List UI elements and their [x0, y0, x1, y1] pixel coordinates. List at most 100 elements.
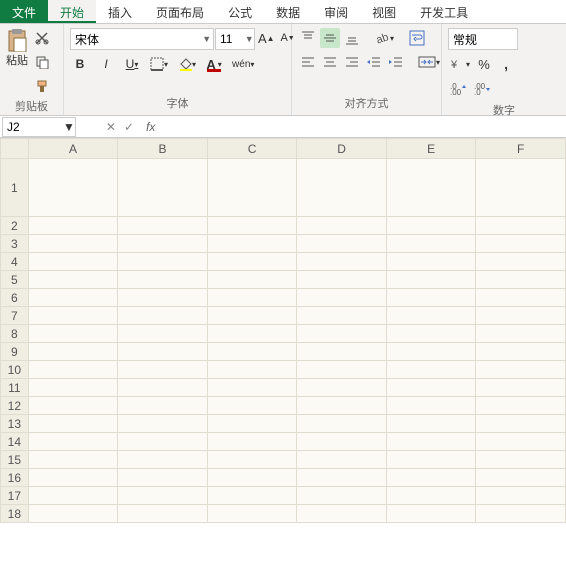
row-header[interactable]: 14	[1, 433, 29, 451]
paste-button[interactable]: 粘贴	[4, 26, 30, 70]
comma-button[interactable]: ,	[496, 54, 516, 74]
column-header[interactable]: E	[386, 139, 476, 159]
cell[interactable]	[297, 379, 387, 397]
cell[interactable]	[297, 235, 387, 253]
cell[interactable]	[386, 433, 476, 451]
cell[interactable]	[476, 325, 566, 343]
cell[interactable]	[207, 271, 297, 289]
cell[interactable]	[28, 451, 118, 469]
tab-page-layout[interactable]: 页面布局	[144, 0, 216, 23]
cell[interactable]	[28, 487, 118, 505]
cell[interactable]	[386, 361, 476, 379]
cell[interactable]	[476, 253, 566, 271]
cell[interactable]	[386, 307, 476, 325]
cell[interactable]	[476, 397, 566, 415]
cell[interactable]	[28, 505, 118, 523]
font-size-combo[interactable]: ▼	[215, 28, 255, 50]
row-header[interactable]: 11	[1, 379, 29, 397]
font-color-button[interactable]: A▾	[204, 54, 224, 74]
cell[interactable]	[386, 397, 476, 415]
percent-button[interactable]: %	[474, 54, 494, 74]
cell[interactable]	[476, 487, 566, 505]
cell[interactable]	[476, 433, 566, 451]
cell[interactable]	[207, 379, 297, 397]
row-header[interactable]: 13	[1, 415, 29, 433]
increase-decimal-button[interactable]: .0.00	[448, 78, 470, 98]
underline-button[interactable]: U▾	[122, 54, 142, 74]
cell[interactable]	[386, 505, 476, 523]
cell[interactable]	[207, 487, 297, 505]
orientation-button[interactable]: ab▾	[372, 28, 396, 48]
cell[interactable]	[28, 289, 118, 307]
merge-center-button[interactable]: ▾	[416, 52, 442, 72]
cell[interactable]	[297, 433, 387, 451]
cell[interactable]	[118, 307, 208, 325]
bold-button[interactable]: B	[70, 54, 90, 74]
align-top-button[interactable]	[298, 28, 318, 48]
cell[interactable]	[386, 487, 476, 505]
number-format-combo[interactable]	[448, 28, 518, 50]
cell[interactable]	[118, 361, 208, 379]
cell[interactable]	[28, 433, 118, 451]
cell[interactable]	[118, 451, 208, 469]
wrap-text-button[interactable]	[406, 28, 428, 48]
row-header[interactable]: 1	[1, 159, 29, 217]
cell[interactable]	[207, 217, 297, 235]
cell[interactable]	[118, 159, 208, 217]
cell[interactable]	[297, 325, 387, 343]
fx-label[interactable]: fx	[142, 120, 159, 134]
number-format-input[interactable]	[449, 32, 517, 46]
cell[interactable]	[297, 307, 387, 325]
formula-input[interactable]	[159, 119, 566, 134]
align-center-button[interactable]	[320, 52, 340, 72]
cut-button[interactable]	[32, 28, 52, 48]
border-button[interactable]: ▾	[148, 54, 170, 74]
cell[interactable]	[118, 235, 208, 253]
cell[interactable]	[297, 253, 387, 271]
decrease-decimal-button[interactable]: .00.0	[472, 78, 494, 98]
cell[interactable]	[386, 469, 476, 487]
column-header[interactable]: B	[118, 139, 208, 159]
cell[interactable]	[386, 379, 476, 397]
chevron-down-icon[interactable]: ▼	[63, 120, 75, 134]
row-header[interactable]: 10	[1, 361, 29, 379]
enter-formula-button[interactable]: ✓	[124, 120, 134, 134]
cell[interactable]	[207, 433, 297, 451]
cell[interactable]	[297, 397, 387, 415]
cell[interactable]	[28, 271, 118, 289]
increase-indent-button[interactable]	[386, 52, 406, 72]
tab-home[interactable]: 开始	[48, 0, 96, 23]
row-header[interactable]: 2	[1, 217, 29, 235]
cell[interactable]	[118, 487, 208, 505]
row-header[interactable]: 7	[1, 307, 29, 325]
cell[interactable]	[386, 325, 476, 343]
cell[interactable]	[118, 505, 208, 523]
cell[interactable]	[28, 397, 118, 415]
font-size-input[interactable]	[216, 32, 244, 46]
cell[interactable]	[297, 487, 387, 505]
cell[interactable]	[476, 271, 566, 289]
select-all-corner[interactable]	[1, 139, 29, 159]
cell[interactable]	[386, 235, 476, 253]
cell[interactable]	[476, 217, 566, 235]
cell[interactable]	[476, 469, 566, 487]
font-name-input[interactable]	[71, 32, 200, 46]
row-header[interactable]: 4	[1, 253, 29, 271]
chevron-down-icon[interactable]: ▼	[244, 34, 254, 44]
cell[interactable]	[476, 307, 566, 325]
cell[interactable]	[118, 271, 208, 289]
cancel-formula-button[interactable]: ✕	[106, 120, 116, 134]
row-header[interactable]: 5	[1, 271, 29, 289]
font-name-combo[interactable]: ▼	[70, 28, 214, 50]
fill-color-button[interactable]: ▾	[176, 54, 198, 74]
column-header[interactable]: C	[207, 139, 297, 159]
tab-data[interactable]: 数据	[264, 0, 312, 23]
row-header[interactable]: 15	[1, 451, 29, 469]
cell[interactable]	[386, 253, 476, 271]
cell[interactable]	[118, 325, 208, 343]
cell[interactable]	[207, 469, 297, 487]
cell[interactable]	[297, 415, 387, 433]
cell[interactable]	[207, 415, 297, 433]
tab-developer[interactable]: 开发工具	[408, 0, 480, 23]
cell[interactable]	[386, 217, 476, 235]
